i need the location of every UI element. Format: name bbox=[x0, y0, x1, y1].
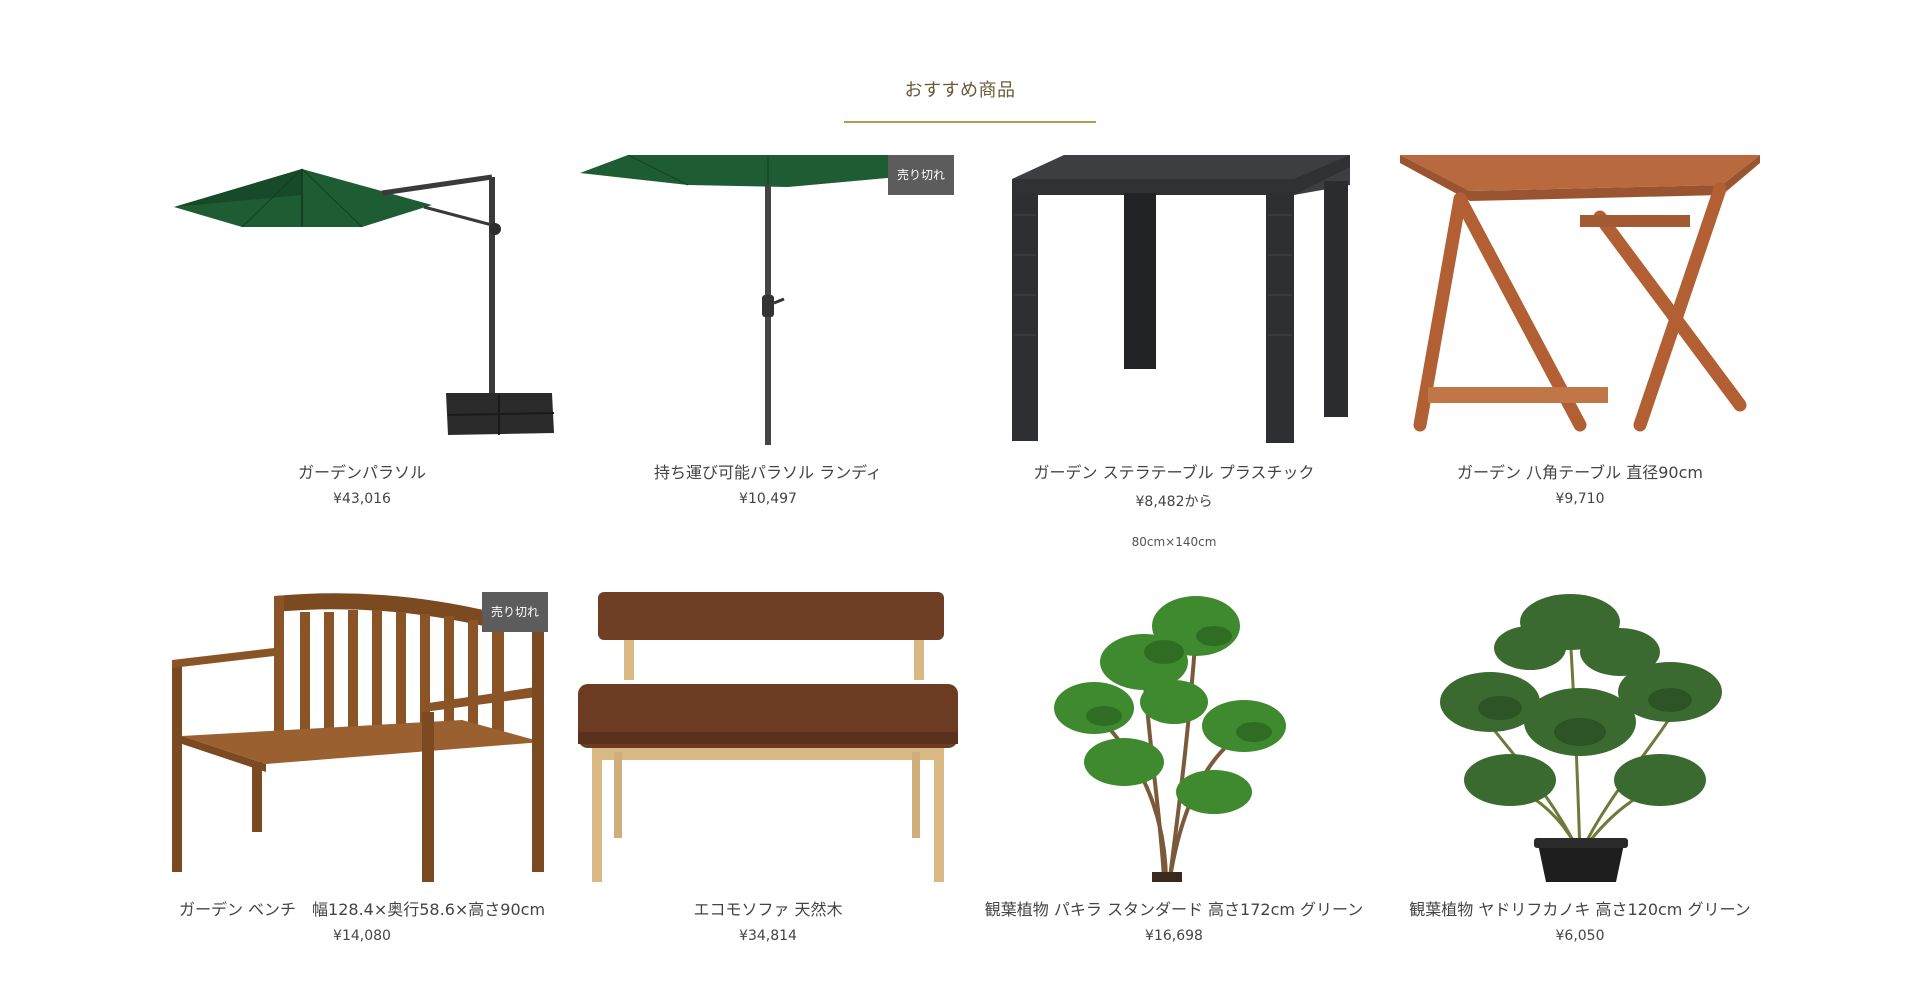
market-parasol-image[interactable]: 売り切れ bbox=[568, 155, 968, 445]
schefflera-plant-image[interactable] bbox=[1380, 592, 1780, 882]
product-name[interactable]: ガーデン ステラテーブル プラスチック bbox=[974, 459, 1374, 483]
product-card[interactable]: 観葉植物 パキラ スタンダード 高さ172cm グリーン ¥16,698 bbox=[974, 592, 1374, 944]
product-name[interactable]: ガーデン 八角テーブル 直径90cm bbox=[1380, 459, 1780, 483]
product-price: ¥10,497 bbox=[739, 491, 797, 507]
product-price: ¥9,710 bbox=[1555, 491, 1605, 507]
product-card[interactable]: ガーデン 八角テーブル 直径90cm ¥9,710 bbox=[1380, 155, 1780, 507]
product-price: ¥16,698 bbox=[1145, 928, 1203, 944]
product-price: ¥34,814 bbox=[739, 928, 797, 944]
leather-sofa-bench-image[interactable] bbox=[568, 592, 968, 882]
product-variant: 80cm×140cm bbox=[1131, 535, 1217, 549]
octagon-wood-table-image[interactable] bbox=[1380, 155, 1780, 445]
product-card[interactable]: 観葉植物 ヤドリフカノキ 高さ120cm グリーン ¥6,050 bbox=[1380, 592, 1780, 944]
product-name[interactable]: 持ち運び可能パラソル ランディ bbox=[568, 459, 968, 483]
product-card[interactable]: ガーデン ステラテーブル プラスチック ¥8,482から 80cm×140cm bbox=[974, 155, 1374, 549]
product-card[interactable]: 売り切れ ガーデン ベンチ 幅128.4×奥行58.6×高さ90cm ¥14,0… bbox=[162, 592, 562, 944]
product-card[interactable]: 売り切れ 持ち運び可能パラソル ランディ ¥10,497 bbox=[568, 155, 968, 507]
wood-bench-image[interactable]: 売り切れ bbox=[162, 592, 562, 882]
product-name[interactable]: ガーデン ベンチ 幅128.4×奥行58.6×高さ90cm bbox=[162, 896, 562, 920]
cantilever-parasol-image[interactable] bbox=[162, 155, 562, 445]
section-title: おすすめ商品 bbox=[904, 80, 1016, 101]
product-card[interactable]: ガーデンパラソル ¥43,016 bbox=[162, 155, 562, 507]
title-underline bbox=[844, 121, 1096, 123]
pachira-plant-image[interactable] bbox=[974, 592, 1374, 882]
product-price: ¥43,016 bbox=[333, 491, 391, 507]
product-price: ¥6,050 bbox=[1555, 928, 1605, 944]
product-price: ¥8,482から bbox=[1135, 494, 1213, 510]
rattan-table-image[interactable] bbox=[974, 155, 1374, 445]
product-name[interactable]: エコモソファ 天然木 bbox=[568, 896, 968, 920]
sold-out-badge: 売り切れ bbox=[481, 592, 548, 632]
product-card[interactable]: エコモソファ 天然木 ¥34,814 bbox=[568, 592, 968, 944]
product-name[interactable]: 観葉植物 パキラ スタンダード 高さ172cm グリーン bbox=[974, 896, 1374, 920]
product-name[interactable]: ガーデンパラソル bbox=[162, 459, 562, 483]
product-name[interactable]: 観葉植物 ヤドリフカノキ 高さ120cm グリーン bbox=[1380, 896, 1780, 920]
sold-out-badge: 売り切れ bbox=[887, 155, 954, 195]
product-price: ¥14,080 bbox=[333, 928, 391, 944]
